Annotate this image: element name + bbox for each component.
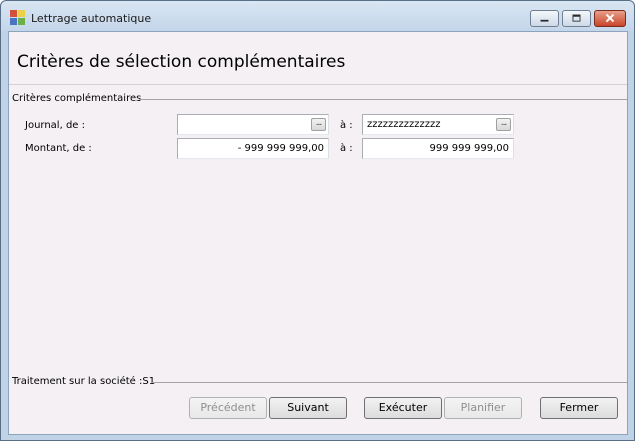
title-bar[interactable]: Lettrage automatique	[1, 1, 634, 31]
dialog-body: Critères de sélection complémentaires Cr…	[8, 31, 628, 435]
footer-divider	[151, 382, 627, 383]
journal-to-value: zzzzzzzzzzzzzz	[367, 119, 441, 130]
execute-button[interactable]: Exécuter	[364, 397, 442, 419]
montant-from-field[interactable]: - 999 999 999,00	[177, 138, 329, 159]
journal-to-label: à :	[340, 120, 353, 131]
montant-label: Montant, de :	[25, 143, 92, 154]
page-title: Critères de sélection complémentaires	[17, 52, 346, 72]
restore-icon	[572, 14, 581, 22]
app-window: Lettrage automatique Critères de sélecti…	[0, 0, 635, 441]
montant-to-value: 999 999 999,00	[429, 143, 509, 154]
journal-from-lookup-button[interactable]: ...	[311, 118, 326, 131]
journal-to-field[interactable]: zzzzzzzzzzzzzz ...	[362, 114, 514, 135]
schedule-button[interactable]: Planifier	[444, 397, 522, 419]
close-window-button[interactable]	[594, 10, 626, 27]
montant-to-label: à :	[340, 143, 353, 154]
maximize-button[interactable]	[562, 10, 591, 27]
criteria-group-label: Critères complémentaires	[12, 93, 142, 104]
minimize-icon	[540, 19, 549, 22]
journal-label: Journal, de :	[25, 120, 85, 131]
previous-button[interactable]: Précédent	[189, 397, 267, 419]
minimize-button[interactable]	[530, 10, 559, 27]
montant-to-field[interactable]: 999 999 999,00	[362, 138, 514, 159]
next-button[interactable]: Suivant	[269, 397, 347, 419]
company-status-label: Traitement sur la société :S1	[12, 376, 156, 387]
criteria-group-divider	[139, 99, 627, 100]
journal-from-field[interactable]: ...	[177, 114, 329, 135]
close-icon	[605, 13, 615, 23]
app-icon	[10, 10, 26, 26]
window-title: Lettrage automatique	[31, 12, 152, 25]
close-button[interactable]: Fermer	[540, 397, 618, 419]
montant-from-value: - 999 999 999,00	[237, 143, 324, 154]
journal-to-lookup-button[interactable]: ...	[496, 118, 511, 131]
header-divider	[9, 84, 627, 85]
